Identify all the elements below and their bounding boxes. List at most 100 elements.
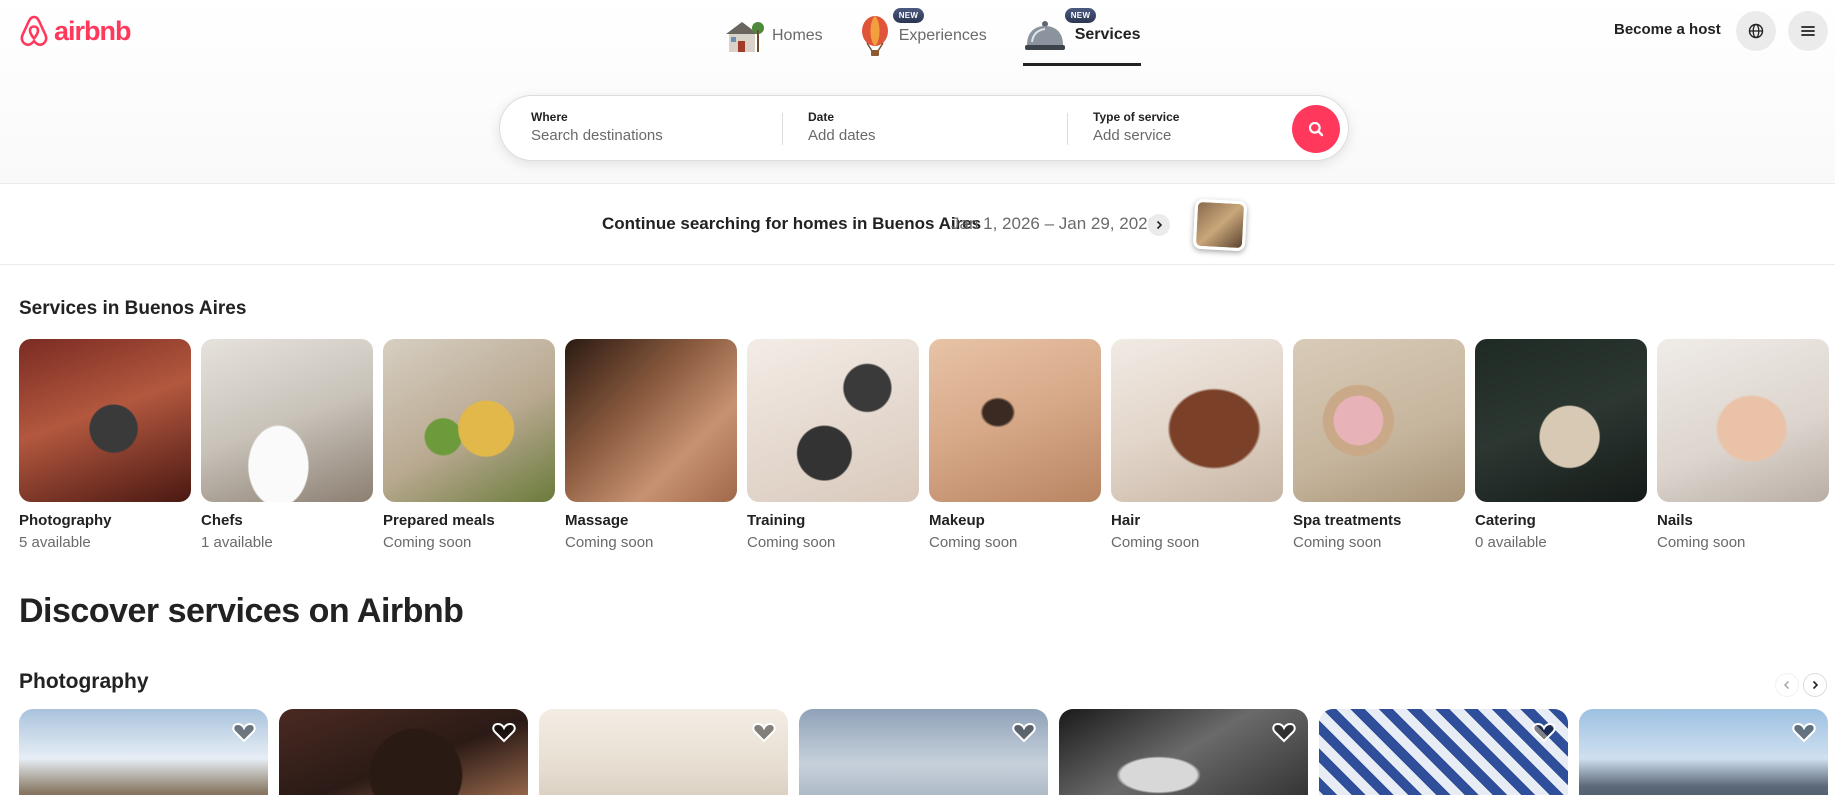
heart-icon[interactable] (752, 721, 776, 743)
category-name: Catering (1475, 512, 1536, 529)
heart-icon[interactable] (1012, 721, 1036, 743)
category-name: Chefs (201, 512, 243, 529)
chevron-right-icon (1156, 220, 1163, 230)
category-image (1293, 339, 1465, 502)
service-type-field[interactable]: Type of service Add service (1093, 110, 1179, 144)
category-availability: Coming soon (565, 534, 654, 551)
category-name: Nails (1657, 512, 1693, 529)
service-category-spa-treatments[interactable]: Spa treatments Coming soon (1293, 339, 1465, 551)
category-image (383, 339, 555, 502)
category-name: Photography (19, 512, 112, 529)
service-category-training[interactable]: Training Coming soon (747, 339, 919, 551)
category-name: Spa treatments (1293, 512, 1402, 529)
listing-card[interactable] (1319, 709, 1568, 795)
continue-searching-dates: Jan 1, 2026 – Jan 29, 2026 (951, 214, 1158, 233)
airbnb-logo-icon (20, 15, 48, 47)
service-type-input[interactable]: Add service (1093, 127, 1179, 144)
service-category-chefs[interactable]: Chefs 1 available (201, 339, 373, 551)
continue-arrow-button[interactable] (1148, 214, 1170, 236)
category-image (747, 339, 919, 502)
photography-listings (19, 709, 1828, 795)
discover-title: Discover services on Airbnb (19, 592, 464, 630)
heart-icon[interactable] (1532, 721, 1556, 743)
tab-homes-label: Homes (772, 27, 823, 44)
hamburger-menu-icon (1801, 26, 1815, 36)
heart-icon[interactable] (1792, 721, 1816, 743)
category-name: Hair (1111, 512, 1141, 529)
language-button[interactable] (1736, 11, 1776, 51)
category-availability: Coming soon (1293, 534, 1382, 551)
tab-services[interactable]: NEW Services (1022, 8, 1141, 66)
service-category-nails[interactable]: Nails Coming soon (1657, 339, 1829, 551)
date-label: Date (808, 110, 835, 124)
search-divider (782, 113, 783, 145)
where-field[interactable]: Where Search destinations (531, 110, 663, 144)
brand-name: airbnb (54, 15, 132, 46)
category-image (1657, 339, 1829, 502)
photography-section-title[interactable]: Photography (19, 670, 149, 694)
listing-card[interactable] (1059, 709, 1308, 795)
service-category-prepared-meals[interactable]: Prepared meals Coming soon (383, 339, 555, 551)
category-availability: 0 available (1475, 534, 1547, 551)
service-bell-icon (1024, 20, 1065, 50)
listing-thumbnail[interactable] (1192, 198, 1248, 252)
service-category-catering[interactable]: Catering 0 available (1475, 339, 1647, 551)
where-label: Where (531, 110, 568, 124)
new-badge: NEW (1064, 8, 1097, 23)
category-name: Makeup (929, 512, 985, 529)
category-image (201, 339, 373, 502)
category-availability: 5 available (19, 534, 91, 551)
tab-services-label: Services (1074, 25, 1141, 43)
globe-icon (1748, 23, 1764, 39)
category-name: Training (747, 512, 806, 529)
tab-experiences-label: Experiences (898, 27, 987, 44)
airbnb-logo[interactable]: airbnb (18, 14, 132, 48)
carousel-prev-button[interactable] (1775, 673, 1799, 697)
category-image (929, 339, 1101, 502)
header: airbnb Homes NEW Experiences NEW Service… (0, 0, 1835, 184)
search-divider (1067, 113, 1068, 145)
date-field[interactable]: Date Add dates (808, 110, 876, 144)
hot-air-balloon-icon (861, 16, 888, 56)
service-category-massage[interactable]: Massage Coming soon (565, 339, 737, 551)
continue-searching-text: Continue searching for homes in Buenos A… (602, 214, 982, 233)
tab-experiences[interactable]: NEW Experiences (859, 8, 987, 66)
category-availability: Coming soon (1657, 534, 1746, 551)
search-icon (1308, 121, 1324, 137)
category-availability: Coming soon (747, 534, 836, 551)
house-icon (726, 22, 764, 52)
heart-icon[interactable] (232, 721, 256, 743)
main-menu-button[interactable] (1788, 11, 1828, 51)
become-a-host-link[interactable]: Become a host (1614, 21, 1721, 38)
listing-card[interactable] (539, 709, 788, 795)
listing-card[interactable] (279, 709, 528, 795)
where-input[interactable]: Search destinations (531, 127, 663, 144)
category-availability: Coming soon (929, 534, 1018, 551)
tab-homes[interactable]: Homes (722, 8, 823, 66)
category-availability: Coming soon (1111, 534, 1200, 551)
service-category-photography[interactable]: Photography 5 available (19, 339, 191, 551)
carousel-next-button[interactable] (1803, 673, 1827, 697)
service-category-list: Photography 5 available Chefs 1 availabl… (19, 339, 1829, 551)
category-image (565, 339, 737, 502)
listing-card[interactable] (1579, 709, 1828, 795)
listing-card[interactable] (19, 709, 268, 795)
chevron-right-icon (1812, 680, 1819, 690)
listing-card[interactable] (799, 709, 1048, 795)
continue-searching-banner[interactable]: Continue searching for homes in Buenos A… (0, 185, 1835, 265)
heart-icon[interactable] (1272, 721, 1296, 743)
heart-icon[interactable] (492, 721, 516, 743)
category-tabs: Homes NEW Experiences NEW Services (722, 8, 1141, 66)
service-category-makeup[interactable]: Makeup Coming soon (929, 339, 1101, 551)
category-availability: Coming soon (383, 534, 472, 551)
search-bar: Where Search destinations Date Add dates… (499, 95, 1349, 161)
search-button[interactable] (1292, 105, 1340, 153)
new-badge: NEW (892, 8, 925, 23)
date-input[interactable]: Add dates (808, 127, 876, 144)
category-image (1111, 339, 1283, 502)
category-availability: 1 available (201, 534, 273, 551)
service-type-label: Type of service (1093, 110, 1180, 124)
chevron-left-icon (1783, 680, 1790, 690)
category-name: Massage (565, 512, 629, 529)
service-category-hair[interactable]: Hair Coming soon (1111, 339, 1283, 551)
